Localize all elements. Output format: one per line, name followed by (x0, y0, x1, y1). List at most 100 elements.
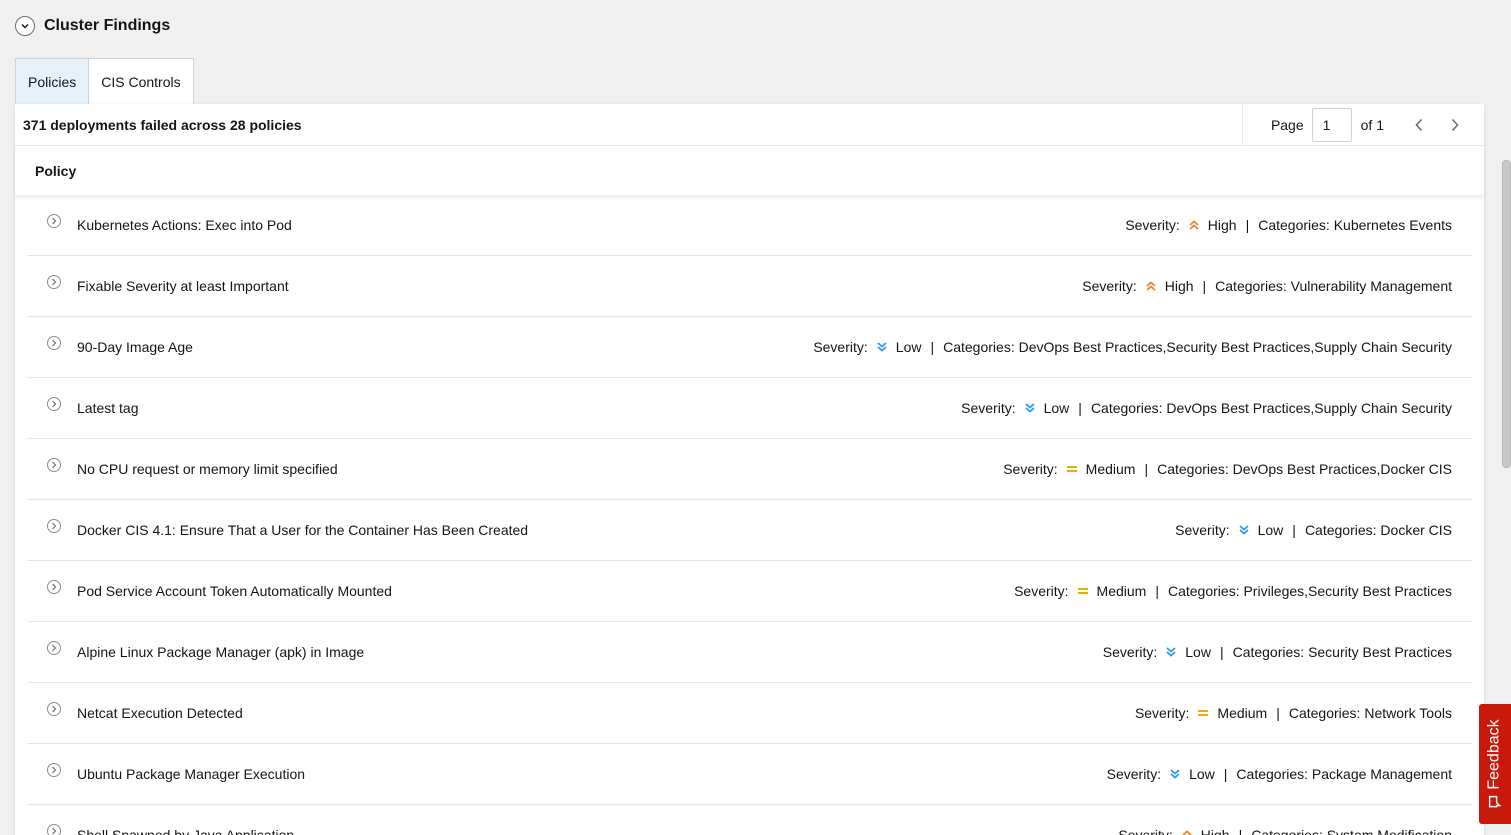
severity-value: Low (895, 339, 922, 355)
table-row[interactable]: Fixable Severity at least Important Seve… (27, 256, 1472, 317)
scrollbar-thumb[interactable] (1502, 160, 1511, 468)
policy-name: No CPU request or memory limit specified (77, 461, 338, 477)
table-row[interactable]: Shell Spawned by Java Application Severi… (27, 805, 1472, 835)
categories-label: Categories: (943, 339, 1015, 355)
table-row[interactable]: No CPU request or memory limit specified… (27, 439, 1472, 500)
severity-label: Severity: (1102, 644, 1158, 660)
chevron-down-icon[interactable] (15, 16, 35, 36)
categories-value: DevOps Best Practices,Docker CIS (1232, 461, 1452, 477)
tab-cis-controls[interactable]: CIS Controls (89, 58, 194, 105)
categories-value: System Modification (1326, 827, 1452, 835)
table-row[interactable]: Netcat Execution Detected Severity: Medi… (27, 683, 1472, 744)
separator: | (1219, 644, 1224, 660)
policy-meta: Severity: Low | Categories: Security Bes… (1103, 644, 1452, 660)
severity-medium-icon (1076, 584, 1090, 598)
severity-value: Medium (1217, 705, 1268, 721)
expand-row-icon[interactable] (47, 641, 61, 655)
expand-row-icon[interactable] (47, 397, 61, 411)
table-row[interactable]: Latest tag Severity: Low | Categories: D… (27, 378, 1472, 439)
policy-meta: Severity: High | Categories: Kubernetes … (1125, 217, 1452, 233)
categories-label: Categories: (1167, 583, 1240, 599)
chevron-left-icon (1415, 118, 1423, 131)
findings-summary: 371 deployments failed across 28 policie… (23, 116, 302, 133)
expand-row-icon[interactable] (47, 824, 61, 835)
severity-low-icon (1237, 523, 1251, 537)
severity-value: High (1164, 278, 1194, 294)
severity-value: High (1200, 827, 1230, 835)
expand-row-icon[interactable] (47, 214, 61, 228)
separator: | (1155, 583, 1159, 599)
separator: | (1144, 461, 1149, 477)
severity-low-icon (1164, 645, 1178, 659)
expand-row-icon[interactable] (47, 458, 61, 472)
categories-label: Categories: (1090, 400, 1163, 416)
table-row[interactable]: Alpine Linux Package Manager (apk) in Im… (27, 622, 1472, 683)
categories-label: Categories: (1232, 644, 1305, 660)
policy-name: Latest tag (77, 400, 139, 416)
categories-label: Categories: (1157, 461, 1229, 477)
tab-policies[interactable]: Policies (15, 58, 90, 105)
panel-toolbar: 371 deployments failed across 28 policie… (15, 103, 1484, 146)
severity-label: Severity: (1082, 278, 1137, 294)
chat-bubble-icon (1489, 795, 1502, 808)
policy-meta: Severity: High | Categories: Vulnerabili… (1082, 278, 1452, 294)
policy-name: Pod Service Account Token Automatically … (77, 583, 392, 599)
policy-name: Netcat Execution Detected (77, 705, 243, 721)
pagination: Page of 1 (1241, 103, 1484, 146)
separator: | (1292, 522, 1296, 538)
table-row[interactable]: Ubuntu Package Manager Execution Severit… (27, 744, 1472, 805)
policy-name: Alpine Linux Package Manager (apk) in Im… (77, 644, 365, 660)
severity-medium-icon (1196, 706, 1210, 720)
previous-page-button[interactable] (1404, 110, 1434, 140)
expand-row-icon[interactable] (47, 336, 61, 350)
severity-low-icon (1023, 401, 1037, 415)
page-total-label: of 1 (1360, 116, 1384, 133)
policy-name: Shell Spawned by Java Application (77, 827, 295, 835)
expand-row-icon[interactable] (47, 580, 61, 594)
severity-value: Low (1189, 766, 1215, 782)
severity-label: Severity: (1118, 827, 1173, 835)
page-number-input[interactable] (1311, 107, 1352, 142)
policy-name: 90-Day Image Age (77, 339, 193, 355)
feedback-label: Feedback (1486, 719, 1504, 790)
categories-value: Vulnerability Management (1290, 278, 1452, 294)
policy-list: Kubernetes Actions: Exec into Pod Severi… (15, 195, 1484, 835)
policy-name: Docker CIS 4.1: Ensure That a User for t… (77, 522, 529, 538)
policy-name: Ubuntu Package Manager Execution (77, 766, 306, 782)
severity-label: Severity: (813, 339, 868, 355)
section-header: Cluster Findings (15, 15, 170, 37)
separator: | (1238, 827, 1243, 835)
policy-meta: Severity: Low | Categories: Package Mana… (1107, 766, 1452, 782)
table-row[interactable]: Docker CIS 4.1: Ensure That a User for t… (27, 500, 1472, 561)
severity-label: Severity: (1134, 705, 1190, 721)
categories-value: Security Best Practices (1308, 644, 1452, 660)
column-header-policy[interactable]: Policy (15, 146, 1484, 195)
severity-high-icon (1144, 279, 1158, 293)
categories-value: Privileges,Security Best Practices (1243, 583, 1452, 599)
expand-row-icon[interactable] (47, 702, 61, 716)
expand-row-icon[interactable] (47, 763, 61, 777)
categories-value: Docker CIS (1380, 522, 1452, 538)
severity-label: Severity: (1014, 583, 1069, 599)
categories-label: Categories: (1251, 827, 1323, 835)
severity-value: Low (1257, 522, 1284, 538)
table-row[interactable]: Kubernetes Actions: Exec into Pod Severi… (27, 195, 1472, 256)
expand-row-icon[interactable] (47, 275, 61, 289)
table-row[interactable]: Pod Service Account Token Automatically … (27, 561, 1472, 622)
categories-label: Categories: (1258, 217, 1330, 233)
policy-name: Kubernetes Actions: Exec into Pod (77, 217, 292, 233)
table-row[interactable]: 90-Day Image Age Severity: Low | Categor… (27, 317, 1472, 378)
severity-label: Severity: (961, 400, 1016, 416)
severity-label: Severity: (1125, 217, 1180, 233)
expand-row-icon[interactable] (47, 519, 61, 533)
separator: | (1223, 766, 1228, 782)
severity-value: Low (1185, 644, 1211, 660)
chevron-right-icon (1451, 118, 1459, 131)
next-page-button[interactable] (1440, 110, 1470, 140)
separator: | (930, 339, 935, 355)
policy-meta: Severity: Low | Categories: DevOps Best … (813, 339, 1452, 355)
feedback-button[interactable]: Feedback (1479, 704, 1511, 824)
categories-label: Categories: (1288, 705, 1361, 721)
policy-meta: Severity: Medium | Categories: Network T… (1135, 705, 1452, 721)
categories-label: Categories: (1304, 522, 1377, 538)
